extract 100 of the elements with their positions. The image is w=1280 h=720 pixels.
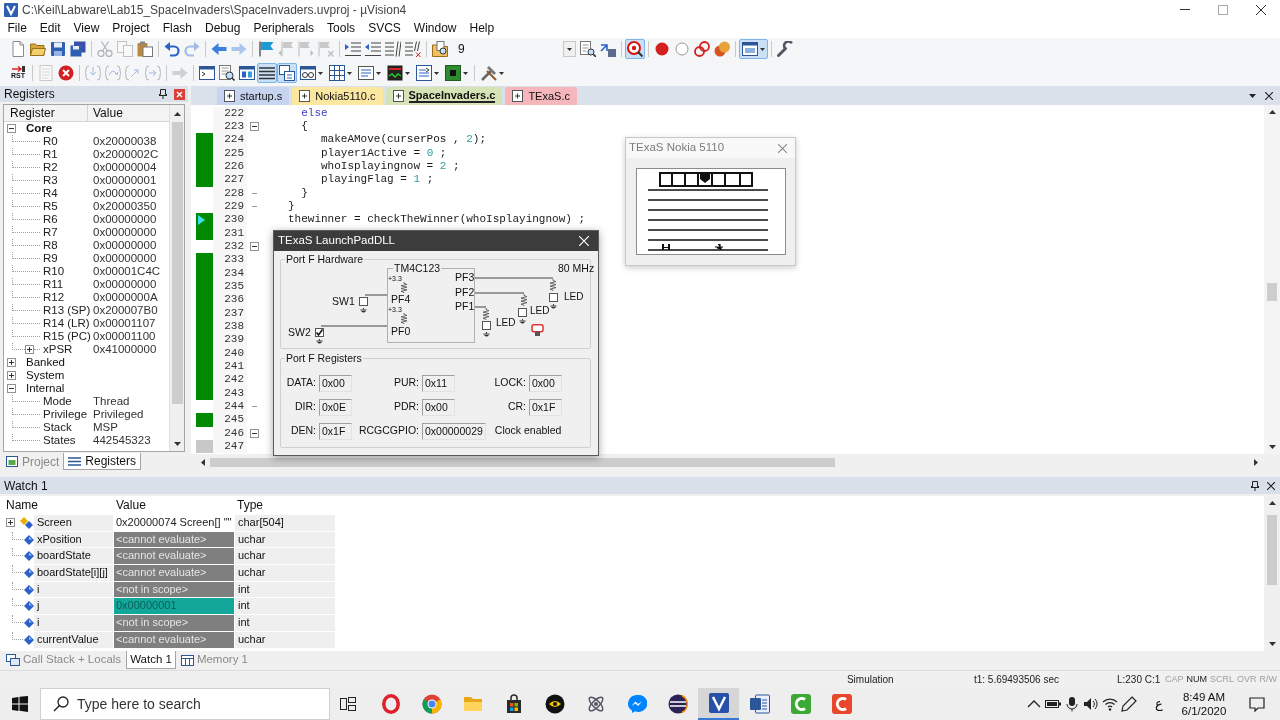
stop-button[interactable] (56, 63, 76, 83)
options-button[interactable] (775, 39, 795, 59)
fold-icon[interactable] (250, 122, 259, 131)
switch-checkbox[interactable] (359, 297, 368, 306)
hammer-icon (481, 65, 497, 81)
scrollbar[interactable] (1264, 496, 1280, 651)
expand-icon[interactable] (6, 518, 15, 528)
register-name: States (43, 434, 76, 447)
register-group[interactable]: System (26, 369, 65, 382)
system-viewer-button[interactable] (442, 63, 471, 83)
menu-item[interactable]: Peripherals (246, 19, 321, 38)
editor-tab[interactable]: TExaS.c (505, 87, 577, 105)
menu-item[interactable]: Debug (198, 19, 247, 38)
switch-checkbox[interactable] (315, 328, 324, 337)
register-field[interactable]: 0x00 (529, 374, 562, 392)
symbols-button[interactable] (237, 63, 257, 83)
bookmark-button[interactable] (256, 39, 276, 59)
collapse-icon[interactable] (7, 384, 16, 393)
breakpoints-button[interactable] (692, 39, 712, 59)
register-group[interactable]: Banked (26, 356, 65, 369)
variable-value: 0x20000074 Screen[] "" (114, 515, 234, 531)
register-field[interactable]: 0x0E (319, 398, 352, 416)
expand-icon[interactable] (7, 358, 16, 367)
uncomment-button[interactable] (403, 39, 423, 59)
search-icon (53, 696, 69, 712)
search-field[interactable]: Type here to search (40, 688, 330, 720)
menu-item[interactable]: Window (407, 19, 463, 38)
indent-button[interactable] (343, 39, 363, 59)
right-arrow-icon (231, 41, 247, 57)
menu-item[interactable]: Edit (33, 19, 68, 38)
editor-tab[interactable]: Nokia5110.c (292, 87, 383, 105)
variable-value: <cannot evaluate> (114, 565, 234, 581)
pin-icon[interactable] (1251, 480, 1259, 491)
expand-icon[interactable] (25, 345, 34, 354)
memory-button[interactable] (326, 63, 355, 83)
menu-item[interactable]: Tools (320, 19, 362, 38)
trace-button[interactable] (413, 63, 442, 83)
caret-icon (347, 71, 352, 75)
comment-button[interactable] (383, 39, 403, 59)
registers-button[interactable] (257, 63, 277, 83)
task-view-icon (340, 697, 356, 711)
register-group[interactable]: Core (26, 122, 53, 135)
debug-button[interactable] (625, 39, 645, 59)
scrollbar[interactable] (169, 105, 184, 451)
window-layout-button[interactable] (739, 39, 768, 59)
fold-icon[interactable] (250, 428, 259, 438)
fold-icon[interactable] (250, 242, 259, 252)
editor-tab[interactable]: startup.s (217, 87, 290, 105)
menu-item[interactable]: Flash (156, 19, 199, 38)
scrollbar-thumb[interactable] (1267, 515, 1277, 585)
clock-date[interactable]: 6/1/2020 (1181, 704, 1227, 718)
find-button[interactable] (578, 39, 598, 59)
scrollbar[interactable] (1264, 105, 1280, 454)
clock-time[interactable]: 8:49 AM (1182, 690, 1226, 704)
editor-tab[interactable]: SpaceInvaders.c (385, 87, 503, 105)
scrollbar-thumb[interactable] (171, 122, 183, 404)
find-combo[interactable]: 9 (450, 40, 578, 58)
register-field[interactable]: 0x00000029 (422, 422, 486, 440)
panel-tab[interactable]: Registers (63, 453, 142, 470)
clear-breakpoints-button[interactable] (712, 39, 732, 59)
flag-cross-icon (318, 41, 334, 57)
register-field[interactable]: 0x11 (422, 374, 455, 392)
register-group[interactable]: Internal (26, 382, 65, 395)
collapse-icon[interactable] (7, 124, 16, 133)
taskbar-app-button[interactable] (698, 688, 739, 720)
register-field[interactable]: 0x00 (422, 398, 455, 416)
lines-icon (68, 456, 82, 466)
scroll-left-icon (201, 458, 205, 466)
serial-window-button[interactable] (355, 63, 384, 83)
pin-label: PF1 (455, 301, 475, 312)
menu-item[interactable]: SVCS (361, 19, 408, 38)
menu-item[interactable]: View (67, 19, 106, 38)
disassembly-button[interactable] (217, 63, 237, 83)
find-in-files-button[interactable] (430, 39, 450, 59)
register-field[interactable]: 0x1F (529, 398, 562, 416)
register-field[interactable]: 0x1F (319, 422, 352, 440)
undo-button[interactable] (162, 39, 182, 59)
panel-tab[interactable]: Watch 1 (126, 651, 176, 669)
watch-button[interactable] (297, 63, 326, 83)
save-all-button[interactable] (68, 39, 88, 59)
menu-item[interactable]: Project (105, 19, 157, 38)
input-language[interactable]: ع (1143, 694, 1175, 714)
register-field[interactable]: 0x00 (319, 374, 352, 392)
command-window-button[interactable] (197, 63, 217, 83)
paste-button[interactable] (135, 39, 155, 59)
save-button[interactable] (48, 39, 68, 59)
register-name: R4 (43, 187, 58, 200)
outdent-button[interactable] (363, 39, 383, 59)
scrollbar-thumb[interactable] (1267, 283, 1277, 301)
close-icon[interactable] (1267, 481, 1275, 490)
expand-icon[interactable] (7, 371, 16, 380)
call-stack-button[interactable] (277, 63, 297, 83)
menu-item[interactable]: File (1, 19, 34, 38)
pin-icon[interactable] (159, 89, 167, 99)
dropdown-icon[interactable] (1249, 93, 1256, 98)
new-file-icon (10, 41, 26, 57)
close-icon[interactable] (1265, 91, 1273, 100)
scrollbar-thumb[interactable] (210, 457, 835, 467)
menu-item[interactable]: Help (463, 19, 501, 38)
ring-logo-icon (380, 694, 401, 714)
